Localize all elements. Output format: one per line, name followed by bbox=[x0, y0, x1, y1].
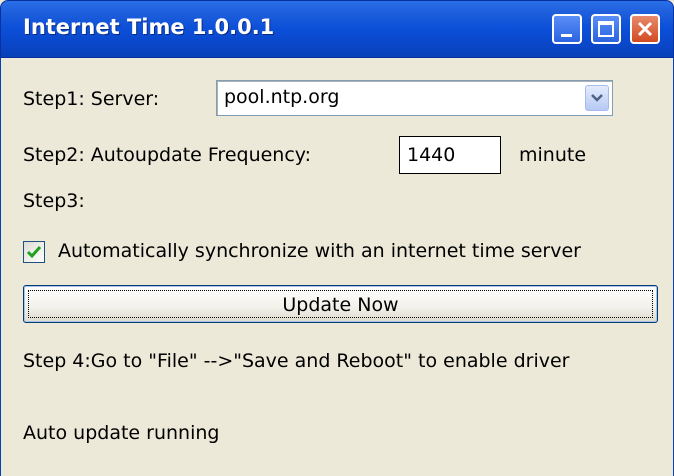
dropdown-button[interactable] bbox=[585, 85, 609, 111]
server-dropdown[interactable]: pool.ntp.org bbox=[216, 80, 613, 116]
close-icon bbox=[637, 21, 653, 37]
checkmark-icon bbox=[26, 246, 42, 259]
frequency-field[interactable] bbox=[399, 136, 501, 174]
window-title: Internet Time 1.0.0.1 bbox=[23, 15, 275, 39]
step4-instructions: Step 4:Go to "File" -->"Save and Reboot"… bbox=[23, 350, 570, 372]
auto-sync-label[interactable]: Automatically synchronize with an intern… bbox=[58, 240, 581, 262]
minimize-button[interactable] bbox=[552, 14, 582, 44]
title-bar[interactable]: Internet Time 1.0.0.1 bbox=[0, 0, 674, 58]
server-label: Step1: Server: bbox=[23, 88, 160, 110]
auto-sync-checkbox[interactable] bbox=[23, 241, 45, 263]
maximize-button[interactable] bbox=[591, 14, 621, 44]
step3-label: Step3: bbox=[23, 190, 85, 212]
minimize-icon bbox=[561, 34, 572, 37]
frequency-label: Step2: Autoupdate Frequency: bbox=[23, 144, 312, 166]
frequency-unit: minute bbox=[519, 144, 587, 166]
server-value: pool.ntp.org bbox=[224, 86, 340, 108]
status-text: Auto update running bbox=[23, 422, 220, 444]
dialog-body: Step1: Server: pool.ntp.org Step2: Autou… bbox=[0, 58, 674, 476]
close-button[interactable] bbox=[630, 14, 660, 44]
frequency-input[interactable] bbox=[400, 137, 500, 173]
internet-time-window: Internet Time 1.0.0.1 Step1: Server: poo… bbox=[0, 0, 674, 476]
chevron-down-icon bbox=[591, 94, 603, 102]
maximize-icon bbox=[598, 21, 614, 37]
update-now-label: Update Now bbox=[282, 294, 399, 316]
update-now-button[interactable]: Update Now bbox=[23, 285, 658, 323]
